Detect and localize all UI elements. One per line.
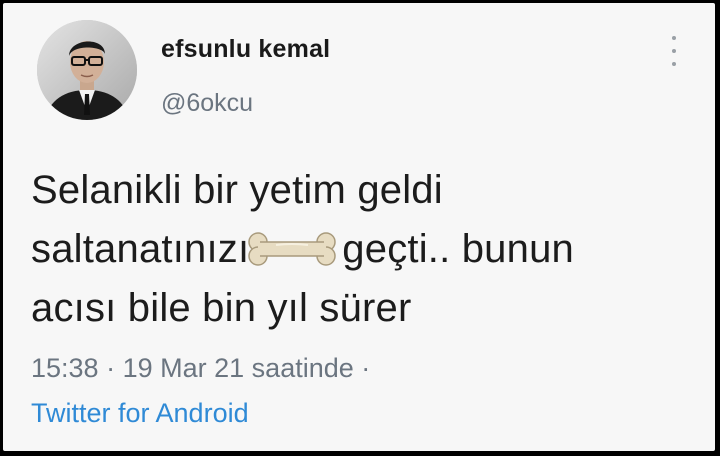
tweet-text-line: Selanikli bir yetim geldi — [31, 168, 443, 212]
tweet-text-line: saltanatınızı geçti.. bunun — [31, 220, 574, 279]
tweet-card: efsunlu kemal @6okcu Selanikli bir yetim… — [3, 3, 715, 451]
tweet-text-fragment: saltanatınızı — [31, 227, 250, 271]
tweet-time[interactable]: 15:38 — [31, 353, 99, 383]
bone-icon — [246, 226, 338, 266]
meta-separator-trailing: · — [361, 353, 371, 383]
tweet-date[interactable]: 19 Mar 21 saatinde — [123, 353, 354, 383]
display-name[interactable]: efsunlu kemal — [161, 35, 330, 64]
avatar[interactable] — [37, 20, 137, 120]
tweet-text: Selanikli bir yetim geldi saltanatınızı — [31, 161, 574, 338]
tweet-text-fragment: geçti.. bunun — [342, 227, 574, 271]
user-handle[interactable]: @6okcu — [161, 89, 253, 118]
avatar-image — [37, 20, 137, 120]
tweet-meta: 15:38 · 19 Mar 21 saatinde · — [31, 353, 370, 384]
meta-separator: · — [106, 353, 116, 383]
tweet-source-link[interactable]: Twitter for Android — [31, 398, 249, 429]
tweet-text-line: acısı bile bin yıl sürer — [31, 286, 412, 330]
more-vertical-icon[interactable] — [667, 36, 681, 66]
